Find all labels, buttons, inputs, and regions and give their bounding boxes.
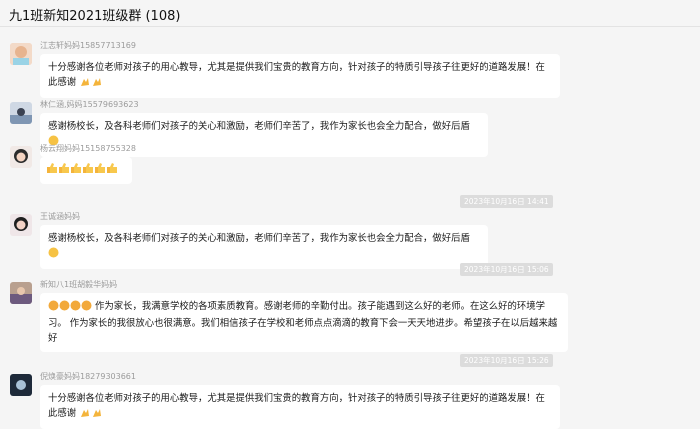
thumbs-up-icon xyxy=(58,162,70,179)
clap-icon xyxy=(81,300,92,316)
avatar[interactable] xyxy=(10,214,32,236)
group-title: 九1班新知2021班级群 (108) xyxy=(9,9,181,24)
thumbs-up-icon xyxy=(82,162,94,179)
chat-header: 九1班新知2021班级群 (108) xyxy=(0,0,700,27)
message-text: 感谢杨校长，及各科老师们对孩子的关心和激励，老师们辛苦了，我作为家长也会全力配合… xyxy=(48,233,470,244)
message-bubble[interactable]: 作为家长，我满意学校的各项素质教育。感谢老师的辛勤付出。孩子能遇到这么好的老师。… xyxy=(40,293,568,352)
avatar-image xyxy=(10,102,32,124)
message-list[interactable]: 江志轩妈妈15857713169 十分感谢各位老师对孩子的用心教导，尤其是提供我… xyxy=(0,27,700,429)
sender-name: 江志轩妈妈15857713169 xyxy=(40,41,136,50)
thumbs-up-icon xyxy=(46,162,58,179)
sender-name: 王诚涵妈妈 xyxy=(40,212,80,221)
avatar[interactable] xyxy=(10,146,32,168)
thumbs-up-icon xyxy=(94,162,106,179)
timestamp: 2023年10月16日 14:41 xyxy=(460,195,553,208)
message-bubble[interactable]: 十分感谢各位老师对孩子的用心教导，尤其是提供我们宝贵的教育方向，针对孩子的特质引… xyxy=(40,385,560,429)
avatar[interactable] xyxy=(10,374,32,396)
avatar[interactable] xyxy=(10,282,32,304)
avatar-image xyxy=(10,146,32,168)
avatar[interactable] xyxy=(10,102,32,124)
clap-hands-icon xyxy=(79,76,91,92)
thumbs-up-icon xyxy=(70,162,82,179)
avatar-image xyxy=(10,374,32,396)
avatar-image xyxy=(10,43,32,65)
message-text: 十分感谢各位老师对孩子的用心教导，尤其是提供我们宝贵的教育方向，针对孩子的特质引… xyxy=(48,393,545,419)
timestamp: 2023年10月16日 15:06 xyxy=(460,263,553,276)
clap-icon xyxy=(59,300,70,316)
clap-icon xyxy=(48,300,59,316)
message-text: 感谢杨校长，及各科老师们对孩子的关心和激励，老师们辛苦了，我作为家长也会全力配合… xyxy=(48,121,470,132)
clap-hands-icon xyxy=(91,76,103,92)
sender-name: 杨云翔妈妈15158755328 xyxy=(40,144,136,153)
message-bubble[interactable]: 感谢杨校长，及各科老师们对孩子的关心和激励，老师们辛苦了，我作为家长也会全力配合… xyxy=(40,225,488,269)
thumbs-up-icon xyxy=(106,162,118,179)
sender-name: 林仁涵,妈妈15579693623 xyxy=(40,100,139,109)
timestamp: 2023年10月16日 15:26 xyxy=(460,354,553,367)
message-bubble[interactable]: 十分感谢各位老师对孩子的用心教导，尤其是提供我们宝贵的教育方向，针对孩子的特质引… xyxy=(40,54,560,98)
sender-name: 新知八1班胡毅华妈妈 xyxy=(40,280,118,289)
avatar-image xyxy=(10,282,32,304)
message-text: 十分感谢各位老师对孩子的用心教导，尤其是提供我们宝贵的教育方向，针对孩子的特质引… xyxy=(48,62,545,88)
clap-icon xyxy=(70,300,81,316)
fist-icon xyxy=(48,247,59,263)
message-text: 作为家长，我满意学校的各项素质教育。感谢老师的辛勤付出。孩子能遇到这么好的老师。… xyxy=(48,301,558,344)
clap-hands-icon xyxy=(79,407,91,423)
avatar[interactable] xyxy=(10,43,32,65)
message-bubble[interactable] xyxy=(40,157,132,184)
sender-name: 倪焕豪妈妈18279303661 xyxy=(40,372,136,381)
clap-hands-icon xyxy=(91,407,103,423)
avatar-image xyxy=(10,214,32,236)
